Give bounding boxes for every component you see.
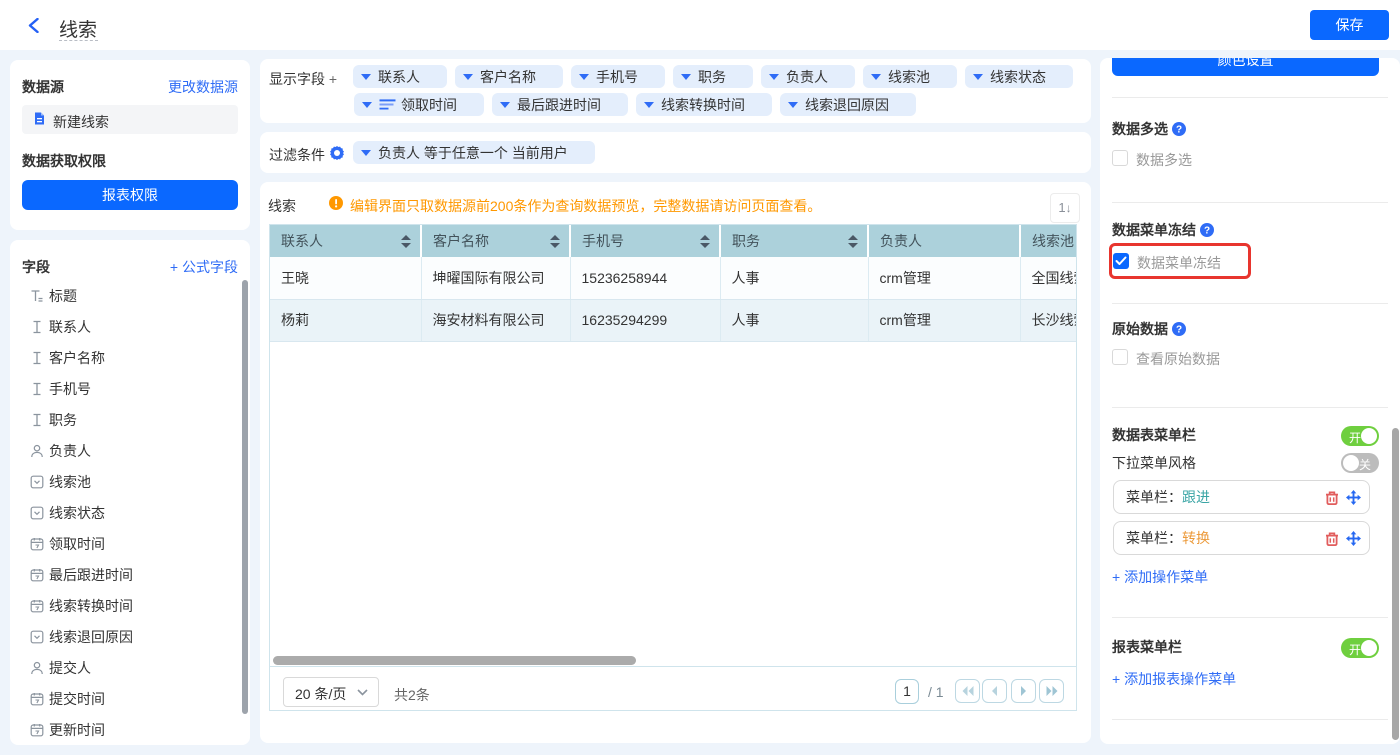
svg-text:?: ?: [1176, 325, 1182, 336]
svg-text:?: ?: [1176, 125, 1182, 136]
svg-text:?: ?: [1204, 226, 1210, 237]
